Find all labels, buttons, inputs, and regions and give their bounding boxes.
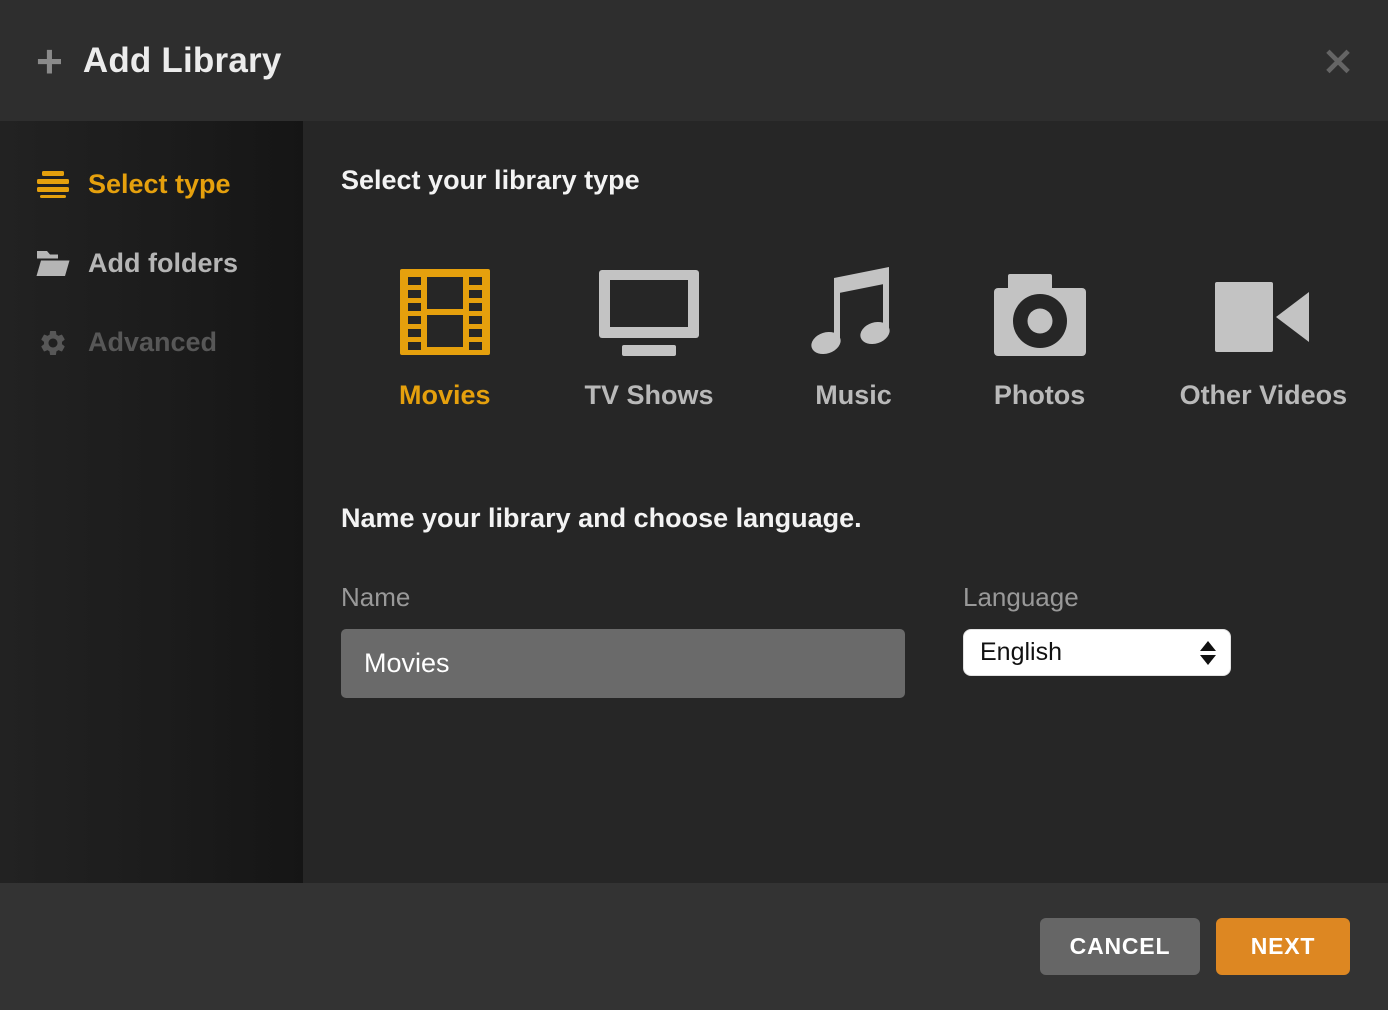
music-note-icon [808, 266, 900, 356]
type-option-photos[interactable]: Photos [994, 266, 1086, 411]
type-label: Photos [994, 380, 1086, 411]
next-button[interactable]: NEXT [1216, 918, 1350, 975]
library-type-heading: Select your library type [341, 165, 1350, 196]
open-folder-icon [36, 250, 70, 277]
sidebar-item-select-type[interactable]: Select type [0, 145, 303, 224]
dialog-header: + Add Library × [0, 0, 1388, 121]
camera-icon [994, 266, 1086, 356]
type-label: Other Videos [1180, 380, 1348, 411]
dialog-title: Add Library [83, 41, 282, 81]
name-language-heading: Name your library and choose language. [341, 503, 1350, 534]
type-label: TV Shows [585, 380, 714, 411]
sidebar-item-label: Advanced [88, 327, 217, 358]
language-label: Language [963, 582, 1231, 613]
gear-icon [36, 328, 70, 358]
type-option-movies[interactable]: Movies [399, 266, 491, 411]
name-language-form: Name Language English [341, 582, 1350, 698]
type-label: Movies [399, 380, 491, 411]
sidebar-item-add-folders[interactable]: Add folders [0, 224, 303, 303]
language-select[interactable]: English [963, 629, 1231, 676]
name-label: Name [341, 582, 905, 613]
list-bars-icon [36, 171, 70, 198]
select-stepper-icon [1200, 641, 1216, 665]
cancel-button[interactable]: CANCEL [1040, 918, 1200, 975]
dialog-body: Select your library type [303, 121, 1388, 883]
type-option-other-videos[interactable]: Other Videos [1180, 266, 1348, 411]
close-icon[interactable]: × [1314, 37, 1362, 85]
tv-icon [599, 266, 699, 356]
film-strip-icon [400, 266, 490, 356]
type-option-tv-shows[interactable]: TV Shows [585, 266, 714, 411]
language-selected-value: English [980, 638, 1062, 667]
wizard-steps-sidebar: Select type Add folders Advanced [0, 121, 303, 883]
video-camera-icon [1215, 266, 1311, 356]
type-option-music[interactable]: Music [808, 266, 900, 411]
sidebar-item-advanced: Advanced [0, 303, 303, 382]
plus-icon: + [36, 38, 63, 84]
type-label: Music [815, 380, 892, 411]
library-name-input[interactable] [341, 629, 905, 698]
library-type-selector: Movies TV Shows [399, 266, 1350, 411]
sidebar-item-label: Add folders [88, 248, 238, 279]
dialog-footer: CANCEL NEXT [0, 883, 1388, 1010]
sidebar-item-label: Select type [88, 169, 231, 200]
